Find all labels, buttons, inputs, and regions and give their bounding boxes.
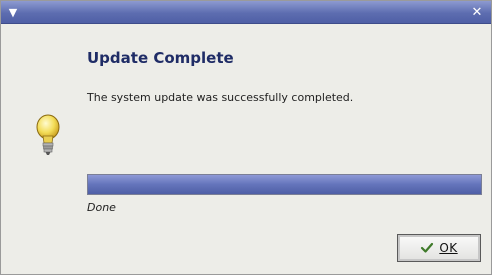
progress-status-text: Done <box>87 201 116 214</box>
ok-button-label: OK <box>439 241 458 255</box>
dialog-message: The system update was successfully compl… <box>87 91 354 104</box>
ok-button[interactable]: OK <box>397 234 481 262</box>
checkmark-icon <box>421 242 434 253</box>
window-menu-button[interactable]: ▼ <box>5 4 21 20</box>
dialog-heading: Update Complete <box>87 49 234 67</box>
title-bar[interactable]: ▼ ✕ <box>1 1 491 24</box>
update-progress-bar <box>87 174 482 195</box>
lightbulb-icon <box>36 114 60 155</box>
window-close-button[interactable]: ✕ <box>469 4 485 20</box>
progress-bar-fill <box>88 175 481 194</box>
update-dialog-window: ▼ ✕ Update Complete The system update wa… <box>0 0 492 275</box>
chevron-down-icon: ▼ <box>8 5 18 19</box>
close-icon: ✕ <box>471 4 483 20</box>
